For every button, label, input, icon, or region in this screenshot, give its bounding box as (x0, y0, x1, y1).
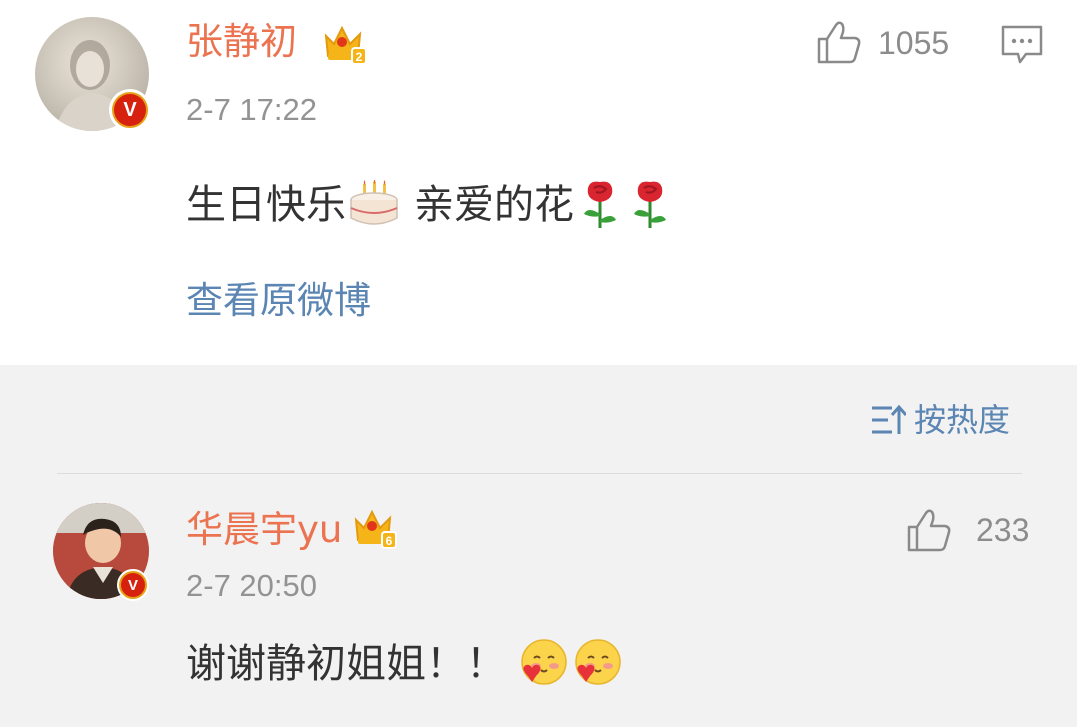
comment-time: 2-7 20:50 (186, 568, 317, 603)
post-author-avatar[interactable]: V (35, 17, 151, 131)
vip-crown-icon: 2 (322, 22, 368, 66)
post-time: 2-7 17:22 (186, 92, 317, 127)
sort-label: 按热度 (914, 401, 1011, 439)
post-like-count: 1055 (878, 25, 950, 61)
verified-badge: V (109, 89, 151, 131)
comment-author-name[interactable]: 华晨宇yu (186, 508, 342, 552)
comment-like-button[interactable]: 233 (906, 507, 1036, 555)
original-post: V 张静初 2 1055 2-7 17:22 生日快乐 亲爱的花 查看原微博 (0, 0, 1077, 365)
svg-text:2: 2 (356, 50, 363, 64)
comment-like-count: 233 (976, 512, 1030, 548)
verified-badge: V (117, 569, 149, 601)
thumbs-up-icon (817, 21, 861, 64)
comment-author-avatar[interactable]: V (53, 503, 149, 601)
rose-icon (584, 181, 616, 228)
vip-crown-icon: 6 (352, 506, 398, 550)
blushing-heart-emoji-icon (575, 639, 621, 685)
sort-by-hot-button[interactable]: 按热度 (870, 398, 1010, 442)
post-content: 生日快乐 亲爱的花 (186, 180, 672, 230)
sort-icon (872, 404, 906, 434)
view-original-post-link[interactable]: 查看原微博 (186, 279, 371, 323)
thumbs-up-icon (907, 509, 951, 552)
comment-icon[interactable] (1000, 24, 1044, 66)
comment-content: 谢谢静初姐姐！！ (186, 638, 622, 690)
birthday-cake-icon (350, 180, 398, 225)
blushing-heart-emoji-icon (521, 639, 567, 685)
divider (57, 473, 1022, 474)
post-author-name[interactable]: 张静初 (186, 20, 297, 64)
svg-text:6: 6 (386, 534, 393, 548)
rose-icon (634, 181, 666, 228)
post-like-button[interactable]: 1055 (816, 19, 966, 67)
